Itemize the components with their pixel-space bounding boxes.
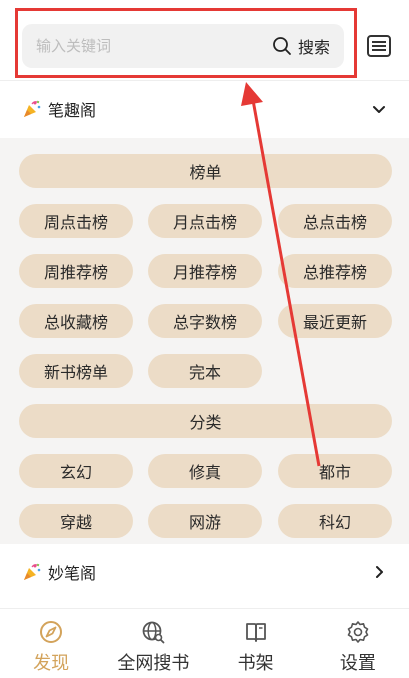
gear-icon xyxy=(347,621,369,643)
pill-recent-updates[interactable]: 最近更新 xyxy=(278,304,392,338)
pill-month-clicks[interactable]: 月点击榜 xyxy=(148,204,262,238)
compass-icon xyxy=(40,621,63,643)
pill-wangyou[interactable]: 网游 xyxy=(148,504,262,538)
search-button-label: 搜索 xyxy=(297,38,330,57)
nav-item-bookshelf[interactable]: 书架 xyxy=(205,609,307,678)
nav-label: 设置 xyxy=(339,653,376,674)
search-button[interactable]: 搜索 xyxy=(272,24,330,68)
section-title: 笔趣阁 xyxy=(48,101,97,120)
search-box[interactable]: 搜索 xyxy=(22,24,344,68)
pill-total-favorites[interactable]: 总收藏榜 xyxy=(19,304,133,338)
section-title: 妙笔阁 xyxy=(48,564,97,583)
search-input[interactable] xyxy=(36,24,256,68)
nav-item-settings[interactable]: 设置 xyxy=(307,609,409,678)
pill-dushi[interactable]: 都市 xyxy=(278,454,392,488)
pill-completed[interactable]: 完本 xyxy=(148,354,262,388)
pill-total-clicks[interactable]: 总点击榜 xyxy=(278,204,392,238)
pill-week-recommend[interactable]: 周推荐榜 xyxy=(19,254,133,288)
globe-search-icon xyxy=(142,621,165,644)
pill-month-recommend[interactable]: 月推荐榜 xyxy=(148,254,262,288)
header: 搜索 xyxy=(0,0,409,80)
group-label-rankings[interactable]: 榜单 xyxy=(19,154,392,188)
list-menu-icon[interactable] xyxy=(366,33,392,59)
nav-label: 全网搜书 xyxy=(117,653,190,674)
pill-new-books[interactable]: 新书榜单 xyxy=(19,354,133,388)
pill-total-recommend[interactable]: 总推荐榜 xyxy=(278,254,392,288)
pill-xuanhuan[interactable]: 玄幻 xyxy=(19,454,133,488)
bottom-nav: 发现 全网搜书 书架 设置 xyxy=(0,609,409,678)
pill-week-clicks[interactable]: 周点击榜 xyxy=(19,204,133,238)
group-label-categories[interactable]: 分类 xyxy=(19,404,392,438)
search-icon xyxy=(273,37,291,55)
party-popper-icon xyxy=(24,100,41,117)
category-panel: 榜单 周点击榜 月点击榜 总点击榜 周推荐榜 月推荐榜 总推荐榜 总收藏榜 总字… xyxy=(0,138,409,544)
chevron-right-icon[interactable] xyxy=(369,562,389,582)
pill-total-words[interactable]: 总字数榜 xyxy=(148,304,262,338)
nav-label: 发现 xyxy=(33,653,70,674)
nav-label: 书架 xyxy=(237,653,274,674)
section-header-biquge[interactable]: 笔趣阁 xyxy=(0,81,409,137)
nav-item-discover[interactable]: 发现 xyxy=(0,609,102,678)
book-icon xyxy=(245,623,266,642)
party-popper-icon xyxy=(24,563,41,580)
nav-item-global-search[interactable]: 全网搜书 xyxy=(102,609,204,678)
pill-xiuzhen[interactable]: 修真 xyxy=(148,454,262,488)
chevron-down-icon[interactable] xyxy=(369,99,389,119)
pill-chuanyue[interactable]: 穿越 xyxy=(19,504,133,538)
section-header-miaobige[interactable]: 妙笔阁 xyxy=(0,544,409,600)
pill-kehuan[interactable]: 科幻 xyxy=(278,504,392,538)
